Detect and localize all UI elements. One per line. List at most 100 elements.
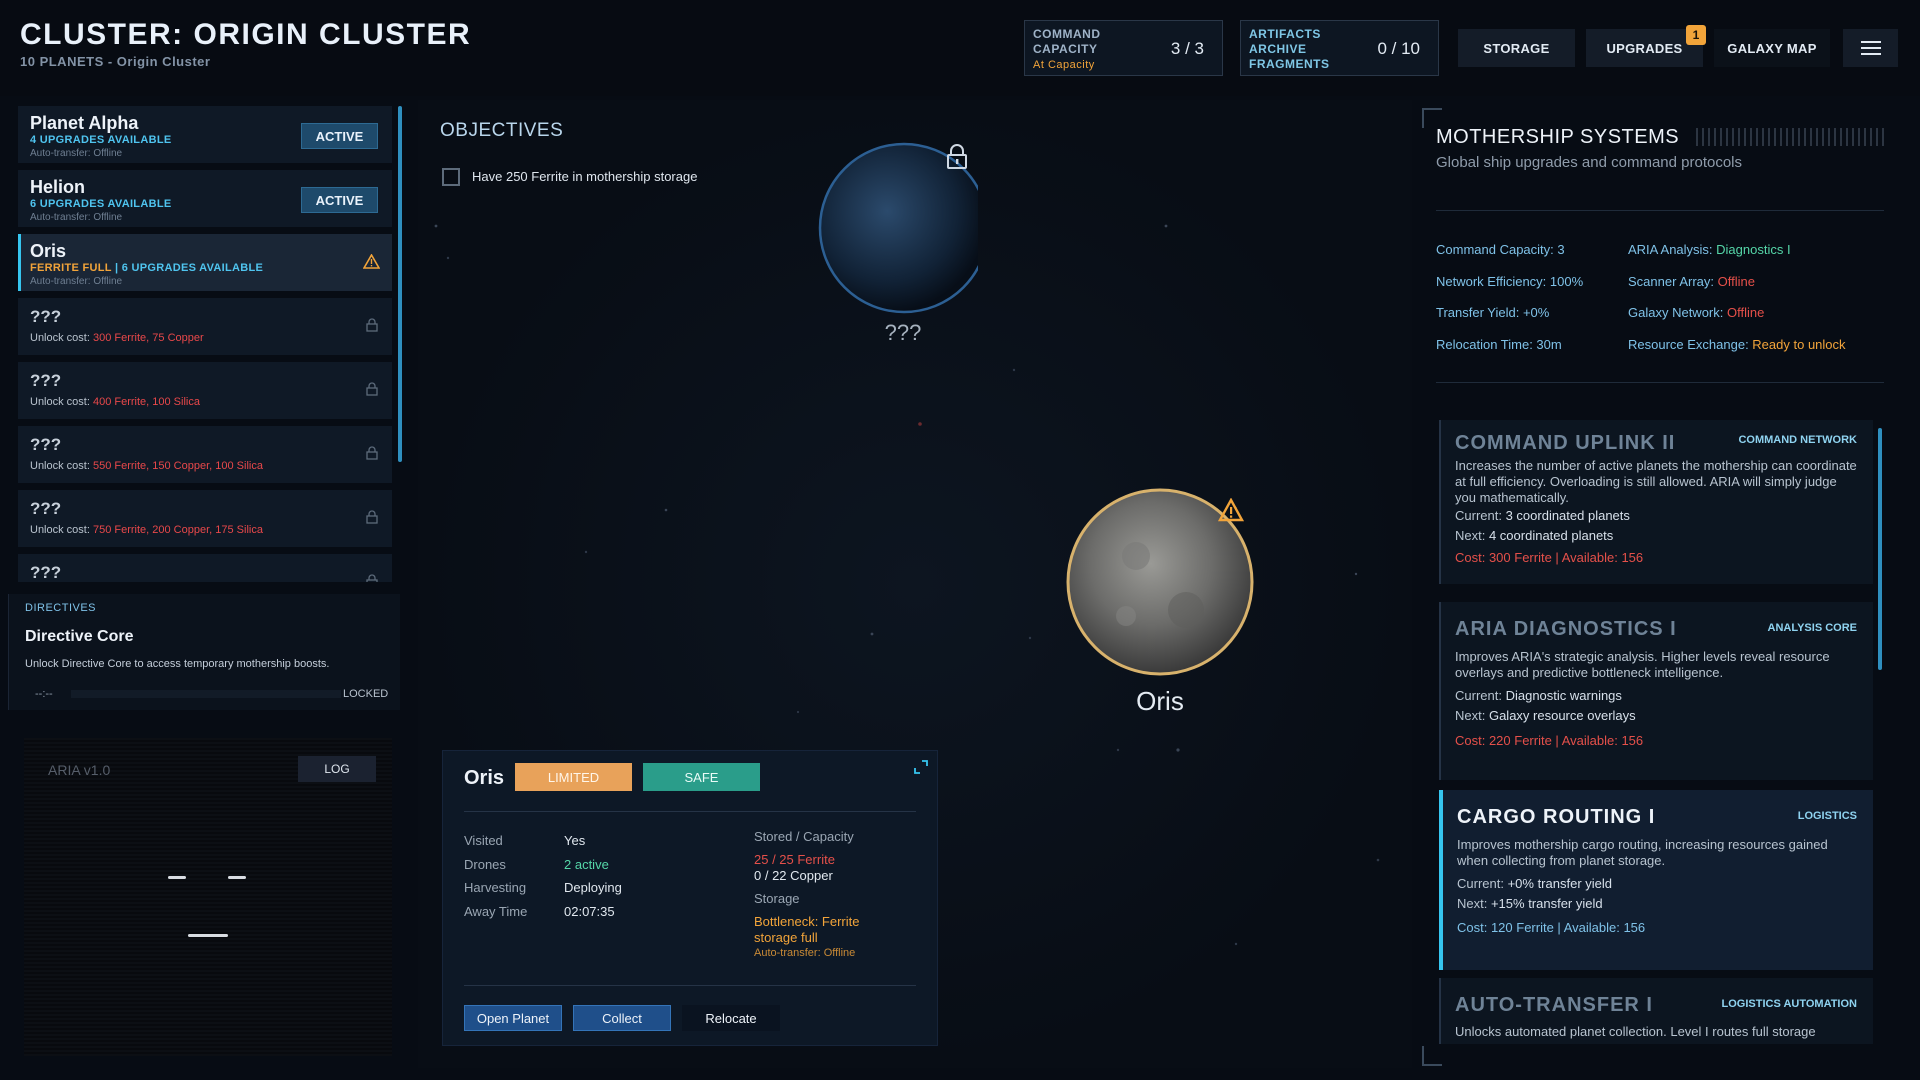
upgrade-card-command-uplink[interactable]: COMMAND UPLINK II COMMAND NETWORK Increa… (1439, 420, 1873, 584)
mothership-subtitle: Global ship upgrades and command protoco… (1436, 154, 1743, 171)
stat-scanner-label: Scanner Array: (1628, 274, 1718, 289)
warning-icon (363, 254, 380, 269)
locked-planet-item[interactable]: ??? Unlock cost: 550 Ferrite, 150 Copper… (18, 426, 392, 483)
locked-planet-item[interactable]: ??? (18, 554, 392, 582)
open-planet-button[interactable]: Open Planet (464, 1005, 562, 1031)
planet-name: Planet Alpha (30, 113, 139, 133)
unlock-cost-label: Unlock cost: (30, 332, 93, 344)
upgrade-card-aria-diagnostics[interactable]: ARIA DIAGNOSTICS I ANALYSIS CORE Improve… (1439, 602, 1873, 780)
bottleneck-line1: Bottleneck: Ferrite (754, 914, 860, 929)
unlock-cost-label: Unlock cost: (30, 524, 93, 536)
current-value: Diagnostic warnings (1505, 688, 1622, 703)
planet-list-scrollbar[interactable] (398, 106, 402, 462)
menu-button[interactable] (1843, 29, 1898, 67)
upgrade-desc: Unlocks automated planet collection. Lev… (1455, 1024, 1816, 1039)
storage-label: Storage (754, 891, 800, 906)
current-value: +0% transfer yield (1507, 876, 1612, 891)
locked-planet-item[interactable]: ??? Unlock cost: 750 Ferrite, 200 Copper… (18, 490, 392, 547)
expand-icon[interactable] (913, 759, 929, 775)
upgrade-title: COMMAND UPLINK II (1455, 432, 1676, 454)
next-value: Galaxy resource overlays (1488, 708, 1636, 723)
lock-icon (366, 510, 378, 524)
next-value: 4 coordinated planets (1488, 528, 1614, 543)
stored-capacity-label: Stored / Capacity (754, 829, 854, 844)
stat-galaxy-network-value: Offline (1726, 305, 1765, 320)
stat-relocation-time: Relocation Time: 30m (1436, 337, 1562, 352)
galaxy-map-button[interactable]: GALAXY MAP (1714, 29, 1830, 67)
upgrade-card-cargo-routing[interactable]: CARGO ROUTING I LOGISTICS Improves mothe… (1439, 790, 1873, 970)
unknown-planet-label: ??? (884, 320, 922, 345)
current-label: Current: (1455, 688, 1506, 703)
planet-item-oris[interactable]: Oris FERRITE FULL | 6 UPGRADES AVAILABLE… (18, 234, 392, 291)
card-divider (464, 811, 916, 812)
current-label: Current: (1455, 508, 1506, 523)
away-time-value: 02:07:35 (564, 903, 615, 919)
locked-planet-item[interactable]: ??? Unlock cost: 300 Ferrite, 75 Copper (18, 298, 392, 355)
locked-planet-item[interactable]: ??? Unlock cost: 400 Ferrite, 100 Silica (18, 362, 392, 419)
unlock-cost-label: Unlock cost: (30, 460, 93, 472)
unlock-cost-value: 550 Ferrite, 150 Copper, 100 Silica (92, 460, 263, 472)
upgrade-desc: Improves ARIA's strategic analysis. High… (1455, 649, 1830, 680)
unlock-cost-value: 400 Ferrite, 100 Silica (92, 396, 200, 408)
planet-detail-card: Oris LIMITED SAFE Visited Drones Harvest… (442, 750, 938, 1046)
corner-bracket-icon (1422, 1046, 1442, 1066)
upgrade-cost: Cost: 120 Ferrite | Available: 156 (1457, 920, 1646, 935)
signal-bars-decoration (1696, 128, 1886, 146)
ferrite-storage: 25 / 25 Ferrite (754, 852, 835, 867)
command-label: COMMAND (1033, 27, 1101, 41)
visited-value: Yes (564, 833, 586, 848)
capacity-label: CAPACITY (1033, 42, 1098, 56)
upgrade-title: CARGO ROUTING I (1457, 806, 1656, 828)
locked-planet-name: ??? (30, 371, 62, 390)
upgrade-cost: Cost: 220 Ferrite | Available: 156 (1455, 733, 1644, 748)
planet-name: Helion (30, 177, 86, 197)
storage-button[interactable]: STORAGE (1458, 29, 1575, 67)
upgrade-title: AUTO-TRANSFER I (1455, 994, 1653, 1016)
next-value: +15% transfer yield (1490, 896, 1603, 911)
directive-desc: Unlock Directive Core to access temporar… (25, 658, 330, 670)
relocate-button[interactable]: Relocate (682, 1005, 780, 1031)
unlock-cost-value: 750 Ferrite, 200 Copper, 175 Silica (92, 524, 263, 536)
cluster-subtitle: 10 PLANETS - Origin Cluster (20, 54, 211, 69)
planet-upgrades: | 6 UPGRADES AVAILABLE (111, 262, 264, 274)
artifacts-box: ARTIFACTS ARCHIVE FRAGMENTS 0 / 10 (1240, 20, 1439, 76)
capacity-value: 3 / 3 (1170, 39, 1204, 58)
planet-item-helion[interactable]: Helion 6 UPGRADES AVAILABLE Auto-transfe… (18, 170, 392, 227)
stat-aria-analysis-value: Diagnostics I (1716, 242, 1791, 257)
collect-button[interactable]: Collect (573, 1005, 671, 1031)
capacity-status: At Capacity (1033, 59, 1095, 71)
planet-autotransfer: Auto-transfer: Offline (30, 148, 123, 159)
stat-galaxy-network-label: Galaxy Network: (1628, 305, 1727, 320)
limited-badge: LIMITED (515, 763, 632, 791)
oris-label: Oris (1136, 686, 1184, 716)
corner-bracket-icon (1422, 108, 1442, 128)
safe-badge: SAFE (643, 763, 760, 791)
lock-icon (366, 318, 378, 332)
locked-planet-name: ??? (30, 435, 62, 454)
locked-planet-name: ??? (30, 307, 62, 326)
upgrade-desc: Improves mothership cargo routing, incre… (1457, 837, 1828, 868)
current-value: 3 coordinated planets (1505, 508, 1630, 523)
copper-storage: 0 / 22 Copper (754, 868, 833, 883)
unlock-cost-label: Unlock cost: (30, 396, 93, 408)
objective-checkbox[interactable] (442, 168, 460, 186)
upgrades-scrollbar[interactable] (1878, 428, 1882, 670)
planet-upgrades: 6 UPGRADES AVAILABLE (30, 198, 172, 210)
planet-active-button[interactable]: ACTIVE (301, 187, 378, 213)
next-label: Next: (1455, 708, 1489, 723)
artifacts-label: ARTIFACTS (1249, 27, 1321, 41)
command-capacity-box: COMMAND CAPACITY At Capacity 3 / 3 (1024, 20, 1223, 76)
top-bar: CLUSTER: ORIGIN CLUSTER 10 PLANETS - Ori… (0, 0, 1920, 96)
locked-planet-name: ??? (30, 563, 62, 582)
upgrade-desc: Increases the number of active planets t… (1455, 458, 1857, 505)
ferrite-full-flag: FERRITE FULL (30, 262, 112, 274)
drones-label: Drones (464, 856, 506, 872)
planet-active-button[interactable]: ACTIVE (301, 123, 378, 149)
panel-divider (1436, 382, 1884, 383)
planet-item-alpha[interactable]: Planet Alpha 4 UPGRADES AVAILABLE Auto-t… (18, 106, 392, 163)
upgrade-card-auto-transfer[interactable]: AUTO-TRANSFER I LOGISTICS AUTOMATION Unl… (1439, 978, 1873, 1044)
upgrade-tag: COMMAND NETWORK (1738, 434, 1857, 446)
aria-face-icon (168, 876, 246, 937)
objective-text: Have 250 Ferrite in mothership storage (472, 169, 698, 184)
mothership-title: MOTHERSHIP SYSTEMS (1436, 126, 1680, 148)
